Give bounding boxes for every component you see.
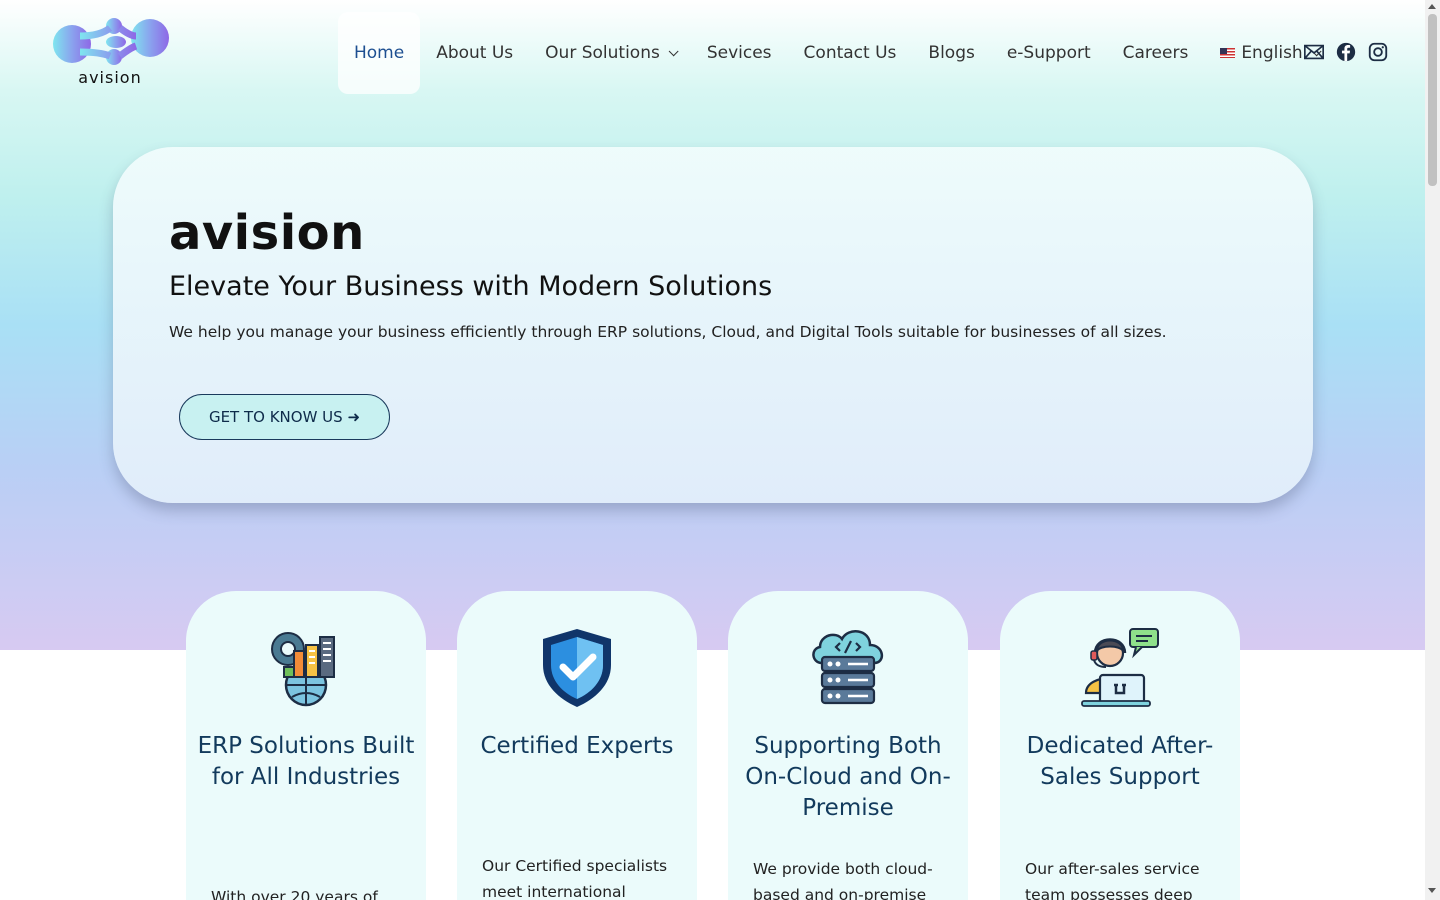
feature-title: ERP Solutions Built for All Industries (197, 733, 415, 790)
feature-text: With over 20 years of (211, 888, 378, 900)
feature-card-cloud: Supporting Both On-Cloud and On-Premise … (728, 591, 968, 900)
feature-title: Certified Experts (480, 733, 674, 759)
nav-services[interactable]: Sevices (691, 12, 788, 94)
language-label: English (1241, 43, 1303, 63)
shield-check-icon (543, 629, 611, 707)
instagram-icon[interactable] (1367, 41, 1389, 63)
get-to-know-us-button[interactable]: GET TO KNOW US ➜ (179, 394, 390, 440)
scrollbar-thumb[interactable] (1428, 14, 1437, 186)
feature-title: Dedicated After-Sales Support (1026, 733, 1214, 790)
feature-text: Our after-sales service team possesses d… (1025, 860, 1200, 900)
social-links (1303, 41, 1389, 63)
site-logo[interactable]: avision (50, 14, 174, 94)
feature-card-erp: ERP Solutions Built for All Industries W… (186, 591, 426, 900)
chevron-down-icon (668, 45, 679, 56)
facebook-icon[interactable] (1335, 41, 1357, 63)
nav-careers[interactable]: Careers (1107, 12, 1205, 94)
scroll-down-arrow-icon[interactable] (1428, 888, 1436, 893)
mail-icon[interactable] (1303, 41, 1325, 63)
nav-home[interactable]: Home (338, 12, 421, 94)
scroll-up-arrow-icon[interactable] (1428, 4, 1436, 9)
logo-text: avision (78, 68, 142, 87)
hero-title: avision (169, 205, 365, 261)
nav-blogs[interactable]: Blogs (912, 12, 990, 94)
nav-about[interactable]: About Us (420, 12, 529, 94)
nav-solutions-label: Our Solutions (545, 43, 660, 63)
main-nav: Home About Us Our Solutions Sevices Cont… (338, 12, 1334, 94)
feature-text: We provide both cloud-based and on-premi… (753, 860, 933, 900)
page-scrollbar[interactable] (1425, 0, 1440, 900)
feature-title: Supporting Both On-Cloud and On-Premise (745, 733, 951, 821)
erp-globe-city-icon (271, 632, 335, 707)
feature-text: Our Certified specialists meet internati… (482, 857, 668, 900)
nav-solutions[interactable]: Our Solutions (529, 12, 691, 94)
feature-card-support: Dedicated After-Sales Support Our after-… (1000, 591, 1240, 900)
cloud-server-icon (812, 630, 883, 705)
hero-subtitle: Elevate Your Business with Modern Soluti… (169, 271, 773, 302)
hero-description: We help you manage your business efficie… (169, 323, 1167, 341)
site-header: avision Home About Us Our Solutions Sevi… (0, 0, 1425, 110)
feature-card-certified: Certified Experts Our Certified speciali… (457, 591, 697, 900)
hero-card: avision Elevate Your Business with Moder… (113, 147, 1313, 503)
logo-mark-icon (53, 18, 169, 65)
nav-e-support[interactable]: e-Support (991, 12, 1107, 94)
support-agent-icon (1081, 628, 1159, 707)
us-flag-icon (1220, 48, 1236, 58)
nav-contact[interactable]: Contact Us (788, 12, 913, 94)
